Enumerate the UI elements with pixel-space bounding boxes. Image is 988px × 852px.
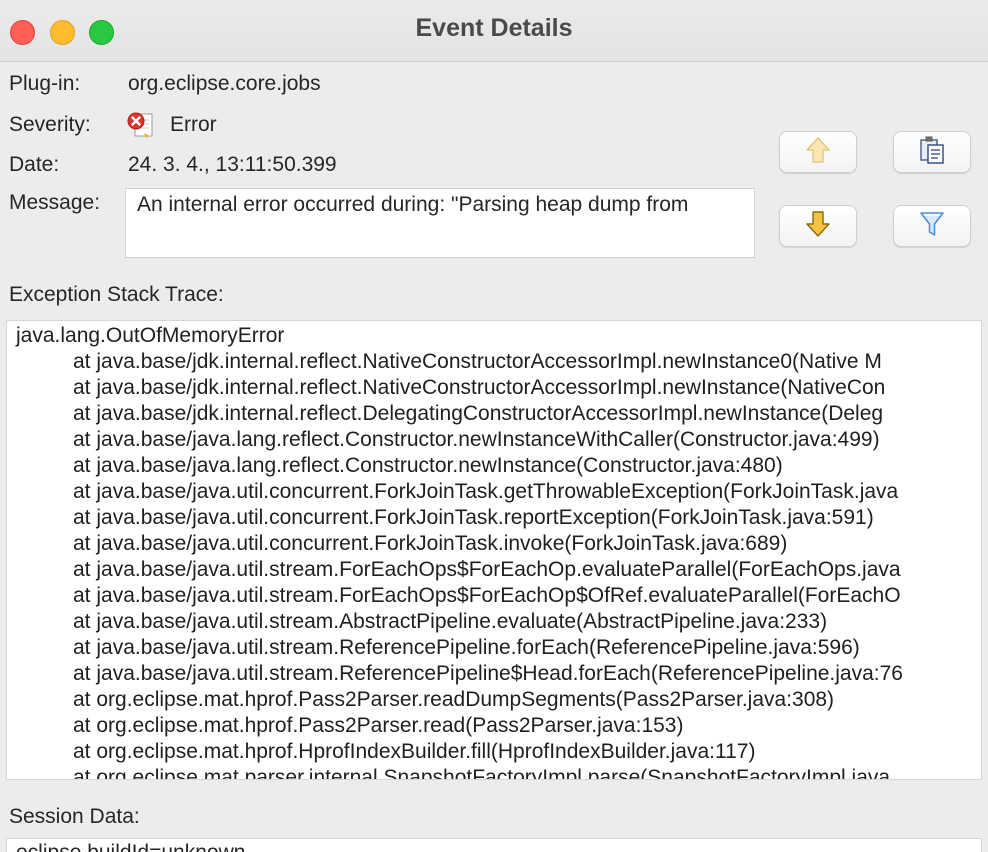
stack-frame-line: at org.eclipse.mat.hprof.Pass2Parser.rea… (73, 688, 835, 711)
arrow-up-icon (803, 135, 833, 170)
stack-frame-line: at java.base/java.util.stream.ReferenceP… (73, 636, 860, 659)
stack-frame-line: at java.base/java.util.stream.ReferenceP… (73, 662, 903, 685)
stack-trace-label: Exception Stack Trace: (9, 283, 224, 306)
stack-frame-line: at java.base/java.util.stream.ForEachOps… (73, 558, 901, 581)
stack-frame-line: at org.eclipse.mat.hprof.HprofIndexBuild… (73, 740, 756, 763)
severity-label: Severity: (9, 113, 91, 136)
stack-frame-line: at java.base/java.util.concurrent.ForkJo… (73, 532, 788, 555)
event-details-window: Event Details Plug-in: org.eclipse.core.… (0, 0, 988, 852)
message-text: An internal error occurred during: "Pars… (137, 193, 689, 216)
window-title: Event Details (415, 14, 573, 42)
stack-frame-line: at java.base/java.util.stream.ForEachOps… (73, 584, 901, 607)
plugin-label: Plug-in: (9, 72, 81, 95)
date-value: 24. 3. 4., 13:11:50.399 (128, 153, 337, 176)
plugin-value: org.eclipse.core.jobs (128, 72, 321, 95)
stack-frame-line: at java.base/jdk.internal.reflect.Delega… (73, 402, 884, 425)
next-event-button[interactable] (779, 205, 857, 247)
message-label: Message: (9, 191, 101, 214)
stack-trace-text-area[interactable]: java.lang.OutOfMemoryError at java.base/j… (6, 320, 982, 780)
error-icon (126, 111, 156, 139)
stack-frame-line: at java.base/java.util.stream.AbstractPi… (73, 610, 828, 633)
stack-frame-line: at java.base/jdk.internal.reflect.Native… (73, 376, 886, 399)
session-data-text-area[interactable]: eclipse.buildId=unknown (6, 838, 982, 852)
copy-to-clipboard-button[interactable] (893, 131, 971, 173)
stack-frame-line: at org.eclipse.mat.parser.internal.Snaps… (73, 766, 891, 780)
stack-frame-line: at java.base/java.lang.reflect.Construct… (73, 428, 880, 451)
stack-frame-line: at java.base/jdk.internal.reflect.Native… (73, 350, 882, 373)
date-label: Date: (9, 153, 60, 176)
session-data-label: Session Data: (9, 805, 140, 828)
message-field[interactable]: An internal error occurred during: "Pars… (125, 188, 755, 258)
filter-button[interactable] (893, 205, 971, 247)
arrow-down-icon (803, 209, 833, 244)
session-data-text: eclipse.buildId=unknown (16, 841, 245, 852)
filter-icon (917, 209, 947, 244)
stack-frame-line: at java.base/java.lang.reflect.Construct… (73, 454, 783, 477)
previous-event-button[interactable] (779, 131, 857, 173)
title-bar: Event Details (0, 0, 988, 62)
stack-frame-line: at java.base/java.util.concurrent.ForkJo… (73, 480, 899, 503)
exception-type-line: java.lang.OutOfMemoryError (16, 324, 285, 347)
clipboard-icon (917, 135, 947, 170)
stack-frame-line: at java.base/java.util.concurrent.ForkJo… (73, 506, 874, 529)
stack-frame-line: at org.eclipse.mat.hprof.Pass2Parser.rea… (73, 714, 684, 737)
severity-value: Error (170, 113, 217, 136)
